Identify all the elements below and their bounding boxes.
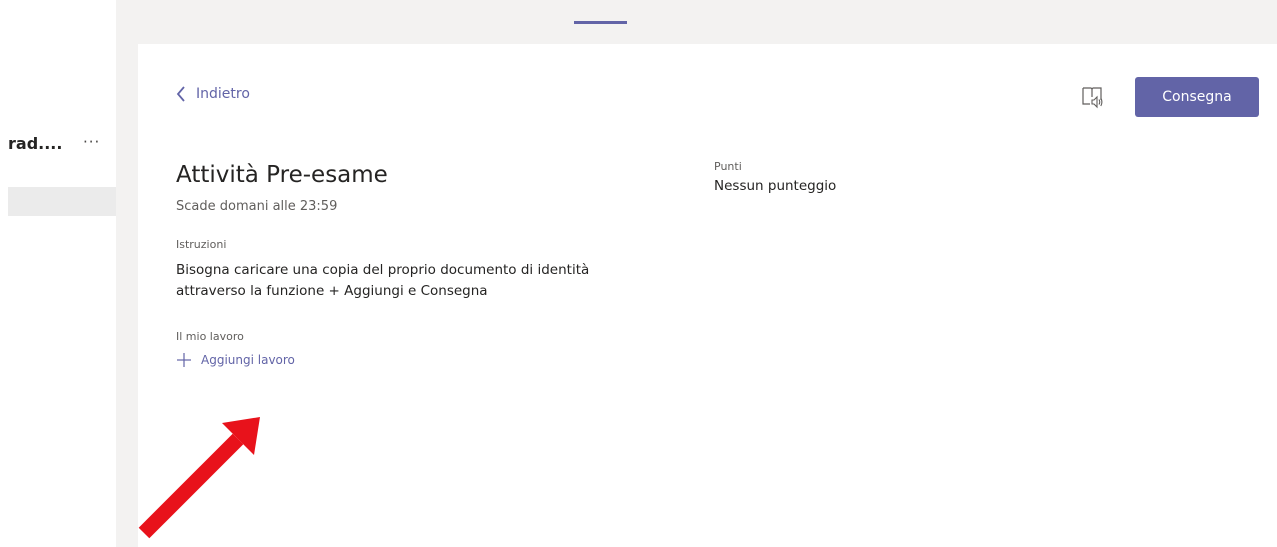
chevron-left-icon [176, 86, 185, 102]
app-frame: Indietro Consegna Attività Pre-esame Sca… [116, 0, 1277, 547]
points-value: Nessun punteggio [714, 178, 837, 194]
immersive-reader-button[interactable] [1078, 84, 1106, 110]
selected-channel-item[interactable] [8, 187, 116, 216]
due-date: Scade domani alle 23:59 [176, 199, 338, 214]
back-label: Indietro [196, 86, 250, 102]
plus-icon [177, 353, 191, 367]
immersive-reader-icon [1082, 87, 1103, 109]
left-rail: rad.... ··· [0, 0, 116, 547]
instructions-label: Istruzioni [176, 238, 227, 251]
back-link[interactable]: Indietro [176, 86, 250, 102]
more-options-icon[interactable]: ··· [83, 133, 100, 151]
points-label: Punti [714, 160, 742, 173]
team-name[interactable]: rad.... [8, 134, 62, 153]
assignment-card: Indietro Consegna Attività Pre-esame Sca… [138, 44, 1277, 547]
add-work-button[interactable]: Aggiungi lavoro [176, 352, 295, 368]
instructions-text: Bisogna caricare una copia del proprio d… [176, 262, 590, 299]
turn-in-button[interactable]: Consegna [1135, 77, 1259, 117]
add-work-label: Aggiungi lavoro [201, 353, 295, 367]
my-work-label: Il mio lavoro [176, 330, 244, 343]
active-tab-indicator [574, 21, 627, 24]
annotation-arrow-icon [138, 417, 260, 539]
assignment-title: Attività Pre-esame [176, 162, 388, 188]
